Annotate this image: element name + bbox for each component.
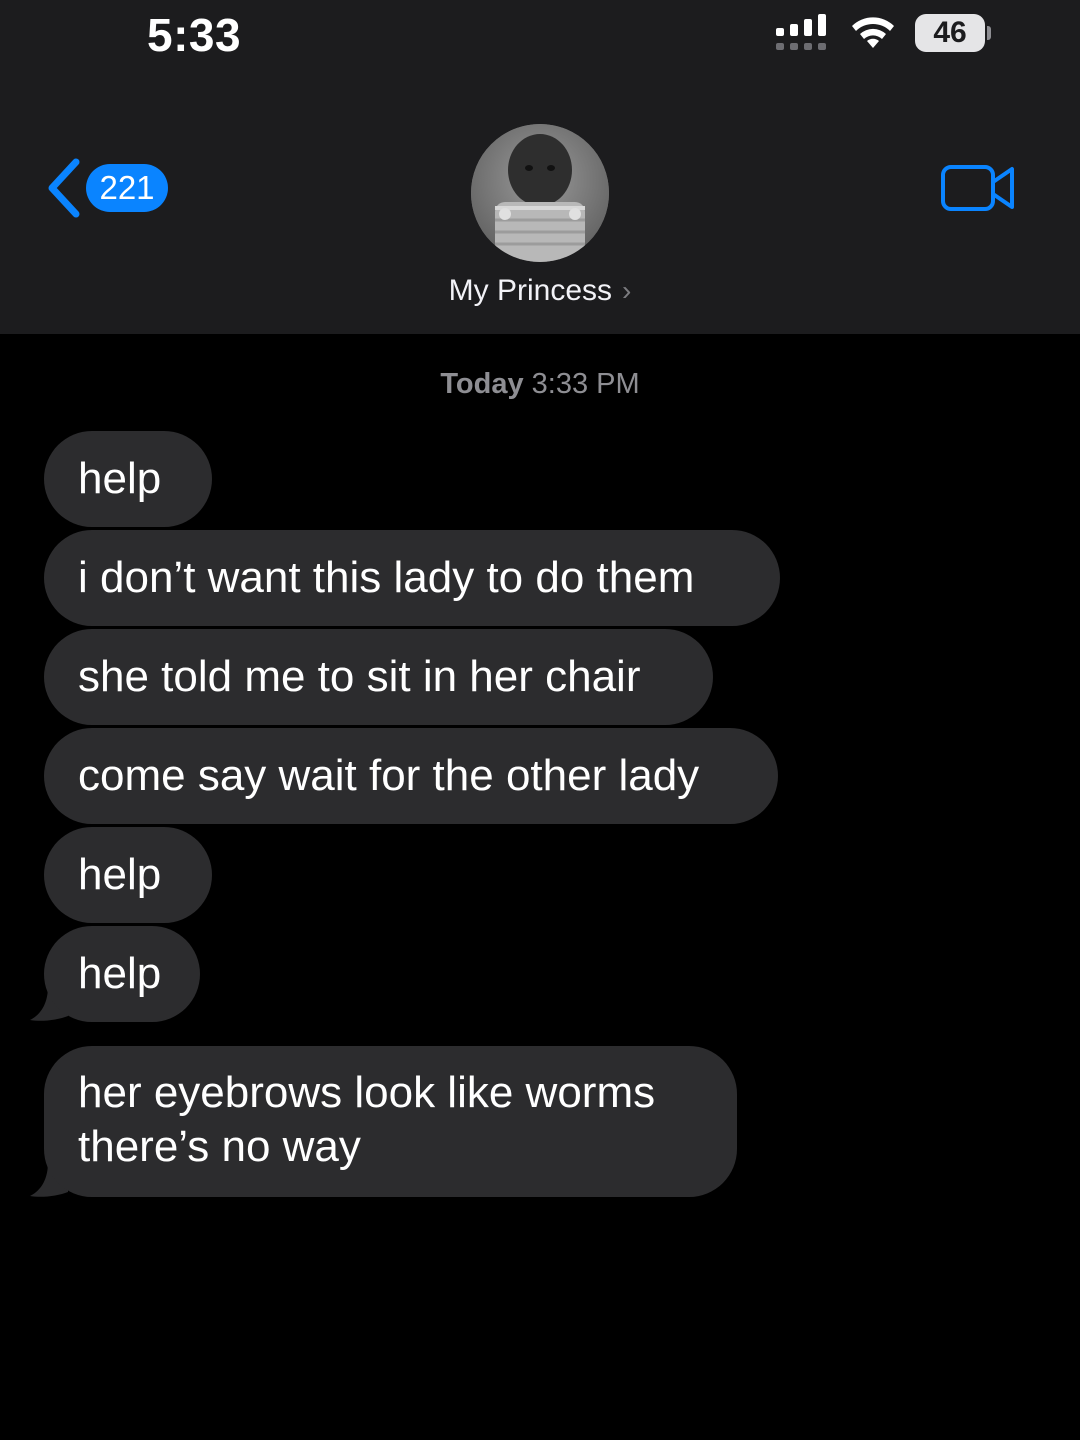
contact-name[interactable]: My Princess › xyxy=(0,274,1080,308)
battery-indicator: 46 xyxy=(915,14,985,52)
contact-name-label: My Princess xyxy=(448,274,613,307)
chevron-right-icon: › xyxy=(622,275,632,306)
back-button[interactable]: 221 xyxy=(44,158,174,218)
message-bubble[interactable]: her eyebrows look like worms there’s no … xyxy=(44,1046,737,1197)
message-text: help xyxy=(78,454,162,503)
message-bubble[interactable]: help xyxy=(44,827,212,923)
timestamp-day: Today xyxy=(440,368,524,400)
message-text-line: her eyebrows look like worms xyxy=(78,1068,656,1117)
unread-count-badge: 221 xyxy=(86,164,168,212)
status-time: 5:33 xyxy=(147,9,242,61)
message-bubble[interactable]: help xyxy=(44,431,212,527)
video-camera-icon[interactable] xyxy=(940,162,1016,214)
chevron-left-icon xyxy=(48,158,80,218)
message-text: she told me to sit in her chair xyxy=(78,652,641,701)
battery-nub xyxy=(987,26,991,40)
timestamp-time: 3:33 PM xyxy=(531,368,640,400)
message-bubble[interactable]: come say wait for the other lady xyxy=(44,728,778,824)
contact-avatar[interactable] xyxy=(471,124,609,262)
message-bubble[interactable]: i don’t want this lady to do them xyxy=(44,530,780,626)
message-text: i don’t want this lady to do them xyxy=(78,553,695,602)
message-bubble[interactable]: she told me to sit in her chair xyxy=(44,629,713,725)
message-text: help xyxy=(78,949,162,998)
message-bubble[interactable]: help xyxy=(44,926,200,1022)
message-text: come say wait for the other lady xyxy=(78,751,700,800)
conversation-header: 5:33 46 221 My Princess › xyxy=(0,0,1080,334)
message-text-line: there’s no way xyxy=(78,1122,361,1171)
signal-icon xyxy=(776,14,826,50)
avatar-photo xyxy=(471,124,609,262)
message-timestamp: Today 3:33 PM xyxy=(0,368,1080,401)
wifi-icon xyxy=(852,17,894,48)
message-text: help xyxy=(78,850,162,899)
